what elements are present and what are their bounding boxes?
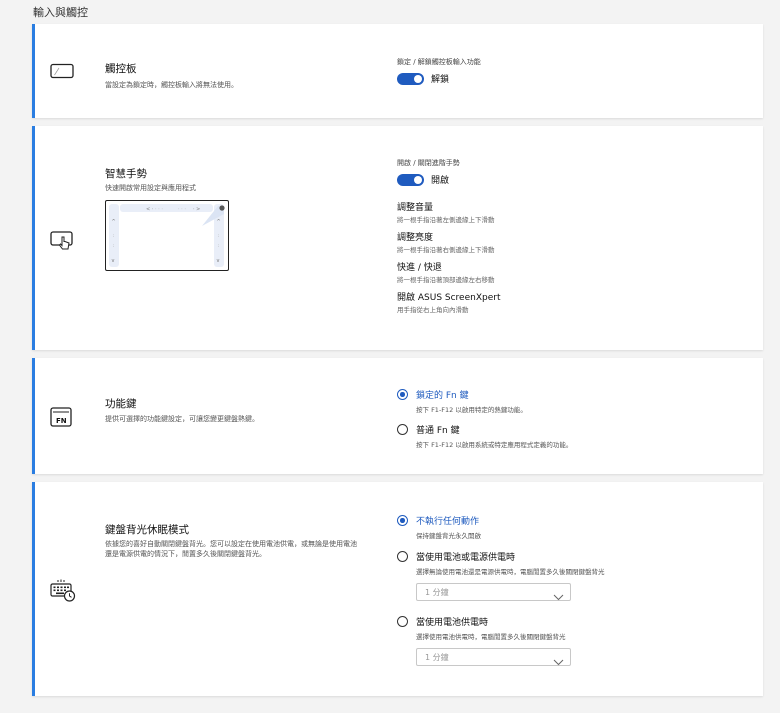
radio-desc: 按下 F1-F12 以啟用系統或特定應用程式定義的功能。 <box>416 441 573 449</box>
touchpad-card: 觸控板 當設定為鎖定時，觸控板輸入將無法使用。 鎖定 / 解鎖觸控板輸入功能 解… <box>32 24 763 118</box>
radio-button[interactable] <box>397 551 408 562</box>
gestures-toggle-caption: 開啟 / 關閉進階手勢 <box>397 159 460 167</box>
fnkey-option-locked[interactable]: 鎖定的 Fn 鍵 <box>397 388 572 401</box>
svg-text:^: ^ <box>112 219 116 225</box>
touchpad-toggle-state: 解鎖 <box>431 75 450 85</box>
gesture-preview-image: < · · · · · · · · > ^ : : v ^ : : v <box>105 200 229 271</box>
feature-desc: 將一根手指沿著頂部邊緣左右移動 <box>397 276 495 284</box>
radio-button[interactable] <box>397 616 408 627</box>
fnkey-card: FN 功能鍵 提供可選擇的功能鍵設定，可讓您變更鍵盤熱鍵。 鎖定的 Fn 鍵 按… <box>32 358 763 474</box>
backlight-title: 鍵盤背光休眠模式 <box>105 524 189 536</box>
radio-label: 鎖定的 Fn 鍵 <box>416 391 469 401</box>
backlight-desc-line1: 依據您的喜好自動關閉鍵盤背光。您可以設定在使用電池供電，或無論是使用電池 <box>105 540 357 548</box>
touchpad-lock-toggle[interactable] <box>397 72 424 85</box>
gestures-title: 智慧手勢 <box>105 168 147 180</box>
radio-label: 當使用電池或電源供電時 <box>416 553 516 563</box>
backlight-option-none[interactable]: 不執行任何動作 <box>397 514 481 527</box>
radio-label: 不執行任何動作 <box>416 517 480 527</box>
fnkey-title: 功能鍵 <box>105 398 137 410</box>
radio-desc: 選擇無論使用電池還是電源供電時，電腦閒置多久後關閉鍵盤背光 <box>416 568 605 576</box>
battery-timeout-select[interactable]: 1 分鐘 <box>416 648 571 666</box>
radio-label: 普通 Fn 鍵 <box>416 426 460 436</box>
chevron-down-icon <box>553 652 564 671</box>
select-value: 1 分鐘 <box>425 588 449 597</box>
radio-button[interactable] <box>397 389 408 400</box>
feature-title: 開啟 ASUS ScreenXpert <box>397 293 501 303</box>
backlight-card: 鍵盤背光休眠模式 依據您的喜好自動關閉鍵盤背光。您可以設定在使用電池供電，或無論… <box>32 482 763 696</box>
radio-button[interactable] <box>397 424 408 435</box>
gesture-feature-list: 調整音量 將一根手指沿著左側邊緣上下滑動 調整亮度 將一根手指沿著右側邊緣上下滑… <box>397 200 500 314</box>
touch-gesture-icon <box>50 230 75 254</box>
svg-text:· · ·: · · · <box>178 207 186 213</box>
radio-desc: 保持鍵盤背光永久開啟 <box>416 532 481 540</box>
svg-text:^: ^ <box>217 219 221 225</box>
radio-button[interactable] <box>397 515 408 526</box>
touchpad-icon <box>50 63 74 84</box>
touchpad-desc: 當設定為鎖定時，觸控板輸入將無法使用。 <box>105 81 238 89</box>
gestures-desc: 快速開啟常用設定與應用程式 <box>105 184 196 192</box>
backlight-option-battery[interactable]: 當使用電池供電時 <box>397 615 566 628</box>
section-title: 輸入與觸控 <box>33 6 88 19</box>
chevron-down-icon <box>553 587 564 606</box>
svg-text:v: v <box>217 258 220 264</box>
radio-desc: 按下 F1-F12 以啟用特定的熱鍵功能。 <box>416 406 527 414</box>
backlight-desc-line2: 還是電源供電的情況下，閒置多久後關閉鍵盤背光。 <box>105 550 266 558</box>
gestures-toggle-state: 開啟 <box>431 176 450 186</box>
feature-desc: 用手指從右上角向內滑動 <box>397 306 469 314</box>
touchpad-title: 觸控板 <box>105 63 137 75</box>
feature-title: 調整亮度 <box>397 233 434 243</box>
gestures-card: 智慧手勢 快速開啟常用設定與應用程式 < · · · · · · · · > ^… <box>32 126 763 350</box>
radio-label: 當使用電池供電時 <box>416 618 489 628</box>
feature-title: 調整音量 <box>397 203 434 213</box>
feature-title: 快進 / 快退 <box>397 263 442 273</box>
svg-text:< ·: < · <box>146 207 154 213</box>
battery-or-ac-timeout-select[interactable]: 1 分鐘 <box>416 583 571 601</box>
keyboard-timer-icon <box>50 578 76 606</box>
feature-desc: 將一根手指沿著左側邊緣上下滑動 <box>397 216 495 224</box>
fn-key-icon-label: FN <box>56 417 67 425</box>
svg-text:v: v <box>112 258 115 264</box>
fnkey-desc: 提供可選擇的功能鍵設定，可讓您變更鍵盤熱鍵。 <box>105 415 259 423</box>
gestures-toggle[interactable] <box>397 173 424 186</box>
svg-text:· · ·: · · · <box>155 207 163 213</box>
backlight-option-battery-or-ac[interactable]: 當使用電池或電源供電時 <box>397 550 605 563</box>
fn-key-icon: FN <box>50 407 72 431</box>
select-value: 1 分鐘 <box>425 653 449 662</box>
svg-text:· >: · > <box>193 207 200 213</box>
fnkey-option-normal[interactable]: 普通 Fn 鍵 <box>397 423 572 436</box>
feature-desc: 將一根手指沿著右側邊緣上下滑動 <box>397 246 495 254</box>
radio-desc: 選擇使用電池供電時，電腦閒置多久後關閉鍵盤背光 <box>416 633 566 641</box>
touchpad-toggle-caption: 鎖定 / 解鎖觸控板輸入功能 <box>397 58 481 66</box>
